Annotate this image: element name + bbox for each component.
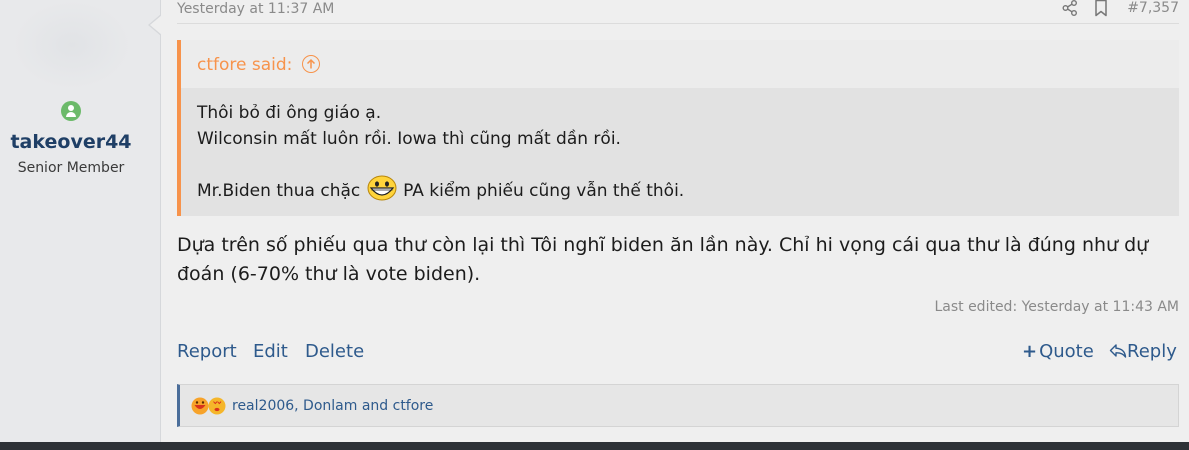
reply-label: Reply	[1127, 341, 1177, 362]
quote-block: ctfore said: Thôi bỏ đi ông giáo ạ. Wilc…	[177, 40, 1179, 216]
quote-line-part: PA kiểm phiếu cũng vẫn thế thôi.	[403, 181, 685, 201]
go-to-quote-icon[interactable]	[301, 55, 320, 73]
reply-icon	[1109, 344, 1127, 358]
username[interactable]: takeover44	[0, 131, 142, 153]
reaction-icons	[190, 396, 230, 416]
reaction-users-link[interactable]: real2006, Donlam and ctfore	[232, 398, 433, 414]
delete-link[interactable]: Delete	[305, 341, 364, 362]
quote-line: Mr.Biden thua chặc PA kiểm phiếu cũng vẫ…	[197, 175, 685, 204]
post-header: Yesterday at 11:37 AM #7,357	[177, 0, 1179, 24]
report-link[interactable]: Report	[177, 341, 237, 362]
message-body: Dựa trên số phiếu qua thư còn lại thì Tô…	[177, 234, 1149, 285]
last-edited[interactable]: Last edited: Yesterday at 11:43 AM	[934, 299, 1179, 315]
user-online-icon	[61, 101, 81, 121]
quote-line-empty	[197, 152, 684, 178]
edit-link[interactable]: Edit	[253, 341, 288, 362]
post-date[interactable]: Yesterday at 11:37 AM	[177, 1, 334, 17]
post-actions: Report Edit Delete + Quote Reply	[177, 340, 1179, 364]
reactions-bar[interactable]: real2006, Donlam and ctfore	[177, 384, 1179, 427]
reply-button[interactable]: Reply	[1109, 341, 1177, 362]
plus-icon: +	[1022, 341, 1038, 362]
post-number-link[interactable]: #7,357	[1127, 0, 1179, 16]
user-title: Senior Member	[17, 160, 125, 176]
quote-line: Thôi bỏ đi ông giáo ạ.	[197, 103, 382, 123]
message-arrow-inner	[150, 15, 162, 35]
quote-author[interactable]: ctfore said:	[197, 55, 292, 75]
quote-body: Thôi bỏ đi ông giáo ạ. Wilconsin mất luô…	[197, 100, 684, 204]
quote-button[interactable]: + Quote	[1022, 341, 1094, 362]
bookmark-icon[interactable]	[1093, 0, 1109, 17]
quote-label: Quote	[1039, 341, 1094, 362]
haha-reaction-icon	[191, 397, 226, 415]
user-column: takeover44 Senior Member	[0, 0, 161, 442]
quote-line: Wilconsin mất luôn rồi. Iowa thì cũng mấ…	[197, 129, 621, 149]
footer-bar	[0, 442, 1189, 450]
share-icon[interactable]	[1061, 0, 1079, 17]
grinning-smiley-icon	[366, 175, 398, 201]
avatar[interactable]	[12, 0, 132, 90]
quote-line-part: Mr.Biden thua chặc	[197, 181, 361, 201]
quote-header[interactable]: ctfore said:	[181, 40, 1179, 88]
